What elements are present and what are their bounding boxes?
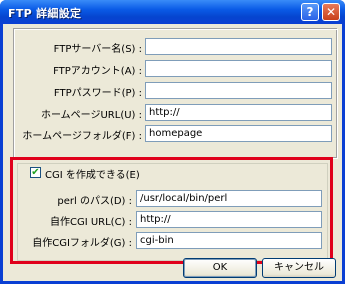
ftp-server-input[interactable] xyxy=(145,38,332,55)
homepage-folder-label: ホームページフォルダ(F) : xyxy=(22,131,142,142)
window-title: FTP 詳細設定 xyxy=(8,7,82,20)
cgi-url-input[interactable]: http:// xyxy=(136,211,322,228)
cgi-url-label: 自作CGI URL(C) : xyxy=(49,217,132,228)
ftp-account-label: FTPアカウント(A) : xyxy=(53,66,142,77)
homepage-url-input[interactable]: http:// xyxy=(145,104,332,121)
homepage-url-label: ホームページURL(U) : xyxy=(40,110,142,121)
cancel-button[interactable]: キャンセル xyxy=(262,258,336,278)
ftp-server-label: FTPサーバー名(S) : xyxy=(53,44,142,55)
close-button[interactable]: ✕ xyxy=(322,3,340,21)
cgi-folder-input[interactable]: cgi-bin xyxy=(136,232,322,249)
perl-path-input[interactable]: /usr/local/bin/perl xyxy=(136,190,322,207)
ftp-password-label: FTPパスワード(P) : xyxy=(53,88,142,99)
ok-button[interactable]: OK xyxy=(183,258,257,278)
cgi-enable-checkbox[interactable]: ✔ xyxy=(30,167,41,178)
title-bar[interactable]: FTP 詳細設定 ? ✕ xyxy=(0,0,345,24)
cgi-folder-label: 自作CGIフォルダ(G) : xyxy=(32,238,132,249)
ftp-password-input[interactable] xyxy=(145,82,332,99)
cgi-enable-label[interactable]: CGI を作成できる(E) xyxy=(45,166,140,181)
perl-path-label: perl のパス(D) : xyxy=(57,196,132,207)
help-button[interactable]: ? xyxy=(301,3,319,21)
checkmark-icon: ✔ xyxy=(31,167,40,178)
homepage-folder-input[interactable]: homepage xyxy=(145,125,332,142)
ftp-account-input[interactable] xyxy=(145,60,332,77)
dialog-client-area: FTPサーバー名(S) : FTPアカウント(A) : FTPパスワード(P) … xyxy=(3,24,342,281)
